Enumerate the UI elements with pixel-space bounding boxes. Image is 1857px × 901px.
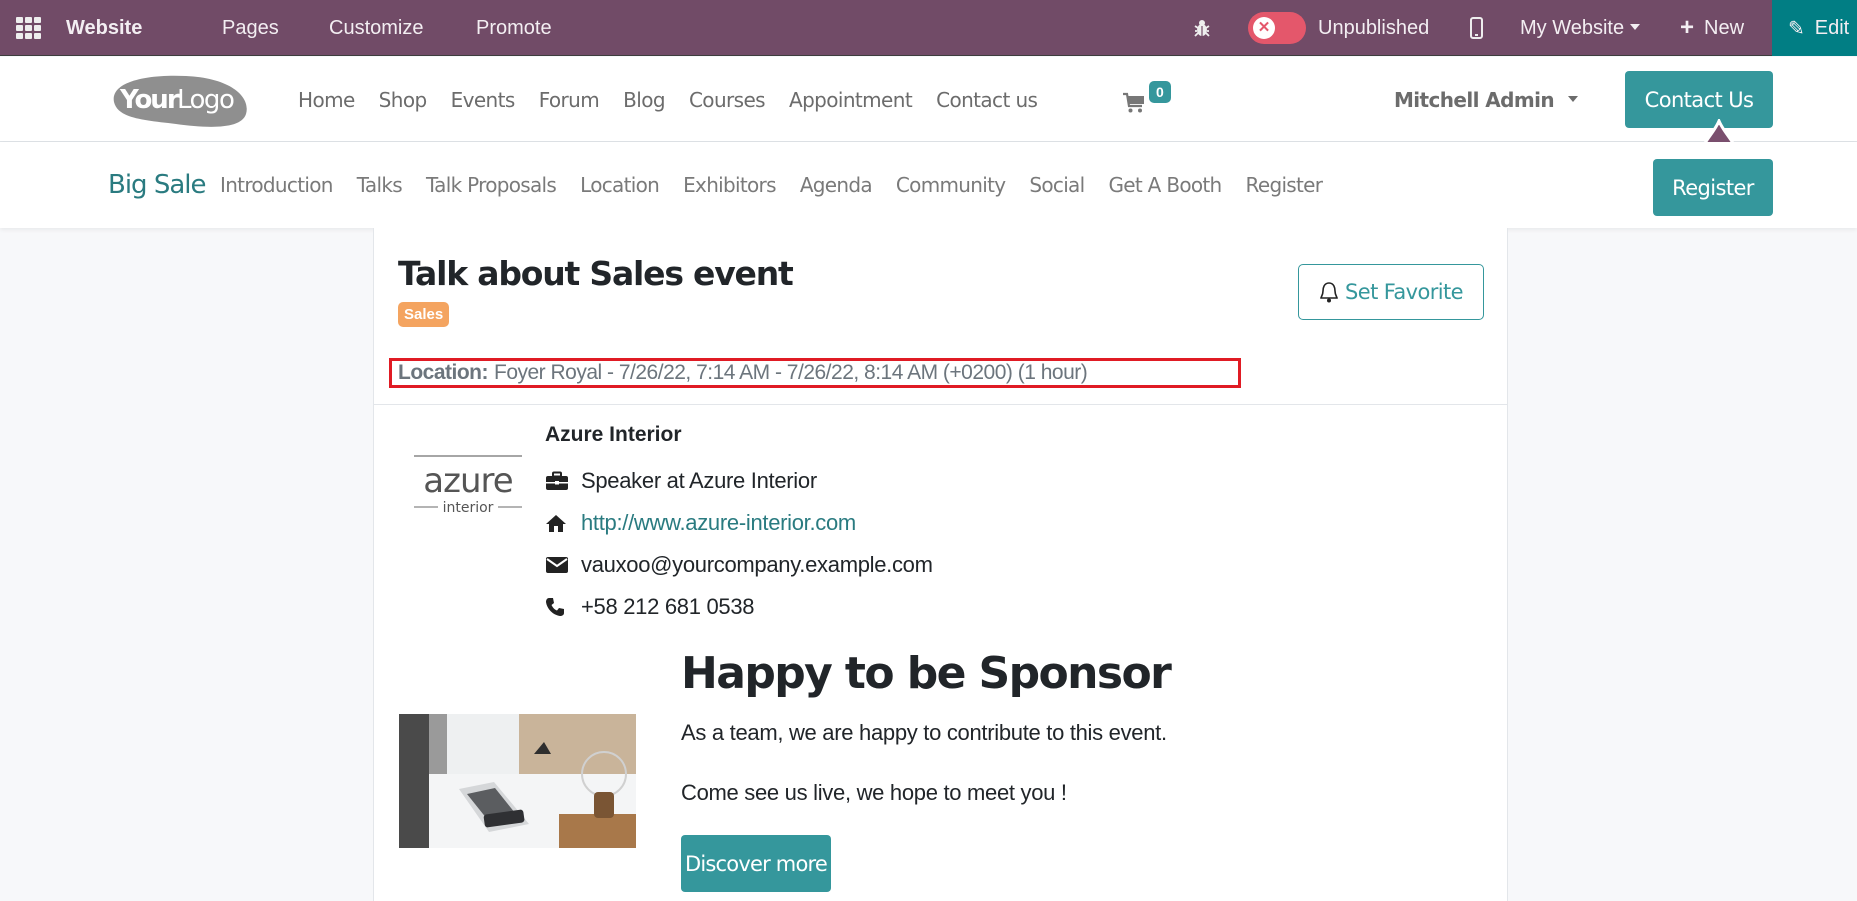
- event-tab-community[interactable]: Community: [896, 173, 1006, 197]
- user-menu[interactable]: Mitchell Admin: [1394, 57, 1578, 142]
- event-nav: Big Sale Introduction Talks Talk Proposa…: [0, 142, 1857, 228]
- website-selector[interactable]: My Website: [1520, 0, 1641, 56]
- event-tab-talks[interactable]: Talks: [357, 173, 403, 197]
- sponsor-text-1: As a team, we are happy to contribute to…: [681, 720, 1167, 745]
- speaker-name: Azure Interior: [545, 423, 682, 446]
- mobile-preview-icon[interactable]: [1470, 0, 1483, 56]
- new-label: New: [1704, 16, 1745, 39]
- edit-button[interactable]: ✎ Edit: [1772, 0, 1857, 56]
- logo-text-bold: Your: [119, 85, 180, 115]
- logo-main-text: azure: [423, 461, 512, 501]
- speaker-function: Speaker at Azure Interior: [581, 468, 817, 493]
- event-tab-introduction[interactable]: Introduction: [220, 173, 333, 197]
- logo-text-light: Logo: [177, 85, 234, 115]
- home-icon: [545, 513, 569, 533]
- sponsor-image: [399, 714, 636, 848]
- nav-home[interactable]: Home: [298, 88, 355, 112]
- speaker-function-row: Speaker at Azure Interior: [545, 468, 817, 494]
- event-name-link[interactable]: Big Sale: [108, 142, 206, 228]
- speaker-website-row: http://www.azure-interior.com: [545, 510, 856, 536]
- nav-blog[interactable]: Blog: [623, 88, 665, 112]
- debug-bug-icon[interactable]: [1192, 0, 1212, 56]
- website-selector-label: My Website: [1520, 16, 1625, 39]
- close-icon: ✕: [1253, 17, 1275, 39]
- logo-sub-text: interior: [443, 500, 494, 516]
- cart-link[interactable]: 0: [1122, 81, 1171, 115]
- speaker-email-row: vauxoo@yourcompany.example.com: [545, 552, 933, 578]
- new-button[interactable]: + New: [1680, 0, 1744, 56]
- event-tab-social[interactable]: Social: [1029, 173, 1085, 197]
- sponsor-heading: Happy to be Sponsor: [681, 648, 1172, 699]
- nav-appointment[interactable]: Appointment: [789, 88, 913, 112]
- bell-icon: [1320, 282, 1338, 303]
- nav-shop[interactable]: Shop: [379, 88, 428, 112]
- caret-down-icon: [1567, 95, 1578, 102]
- nav-events[interactable]: Events: [451, 88, 516, 112]
- set-favorite-label: Set Favorite: [1345, 280, 1463, 304]
- location-label: Location:: [398, 361, 489, 384]
- event-tab-exhibitors[interactable]: Exhibitors: [683, 173, 776, 197]
- talk-title: Talk about Sales event: [398, 254, 794, 293]
- event-tab-get-a-booth[interactable]: Get A Booth: [1108, 173, 1222, 197]
- speaker-email: vauxoo@yourcompany.example.com: [581, 552, 933, 577]
- event-tab-talk-proposals[interactable]: Talk Proposals: [426, 173, 557, 197]
- event-tab-register[interactable]: Register: [1246, 173, 1323, 197]
- edit-label: Edit: [1814, 16, 1850, 39]
- talk-card: Talk about Sales event Sales Set Favorit…: [373, 228, 1508, 901]
- speaker-website-link[interactable]: http://www.azure-interior.com: [581, 510, 856, 536]
- caret-down-icon: [1630, 24, 1641, 30]
- event-tab-agenda[interactable]: Agenda: [800, 173, 873, 197]
- main-nav: Home Shop Events Forum Blog Courses Appo…: [298, 57, 1038, 142]
- talk-tag-badge: Sales: [398, 302, 450, 327]
- speaker-company-logo: azure interior: [412, 452, 524, 516]
- site-header: Your Logo Home Shop Events Forum Blog Co…: [0, 57, 1857, 169]
- register-button[interactable]: Register: [1653, 159, 1773, 216]
- speaker-phone-row: +58 212 681 0538: [545, 594, 755, 620]
- plus-icon: +: [1680, 14, 1695, 41]
- speaker-phone: +58 212 681 0538: [581, 594, 755, 619]
- apps-menu-icon[interactable]: [16, 0, 44, 56]
- nav-contact-us[interactable]: Contact us: [936, 88, 1038, 112]
- pencil-icon: ✎: [1788, 17, 1805, 40]
- nav-courses[interactable]: Courses: [689, 88, 766, 112]
- menu-pages[interactable]: Pages: [222, 0, 279, 56]
- event-tab-location[interactable]: Location: [580, 173, 660, 197]
- divider: [374, 404, 1507, 405]
- discover-more-button[interactable]: Discover more: [681, 835, 831, 892]
- app-name[interactable]: Website: [66, 0, 142, 56]
- set-favorite-button[interactable]: Set Favorite: [1298, 264, 1484, 320]
- cart-count-badge: 0: [1149, 81, 1171, 103]
- admin-top-bar: Website Pages Customize Promote ✕ Unpubl…: [0, 0, 1857, 56]
- publish-status[interactable]: Unpublished: [1318, 0, 1429, 56]
- sponsor-text-2: Come see us live, we hope to meet you !: [681, 780, 1067, 805]
- envelope-icon: [545, 555, 569, 575]
- menu-customize[interactable]: Customize: [329, 0, 423, 56]
- user-name: Mitchell Admin: [1394, 87, 1555, 112]
- phone-icon: [545, 597, 569, 617]
- shopping-cart-icon: [1123, 92, 1144, 113]
- nav-forum[interactable]: Forum: [539, 88, 600, 112]
- site-logo[interactable]: Your Logo: [106, 72, 251, 130]
- talk-location-highlight: Location: Foyer Royal - 7/26/22, 7:14 AM…: [389, 358, 1241, 388]
- event-menu: Introduction Talks Talk Proposals Locati…: [220, 142, 1323, 228]
- location-value: Foyer Royal - 7/26/22, 7:14 AM - 7/26/22…: [494, 361, 1088, 384]
- briefcase-icon: [545, 471, 569, 491]
- publish-toggle[interactable]: ✕: [1248, 0, 1306, 56]
- menu-promote[interactable]: Promote: [476, 0, 552, 56]
